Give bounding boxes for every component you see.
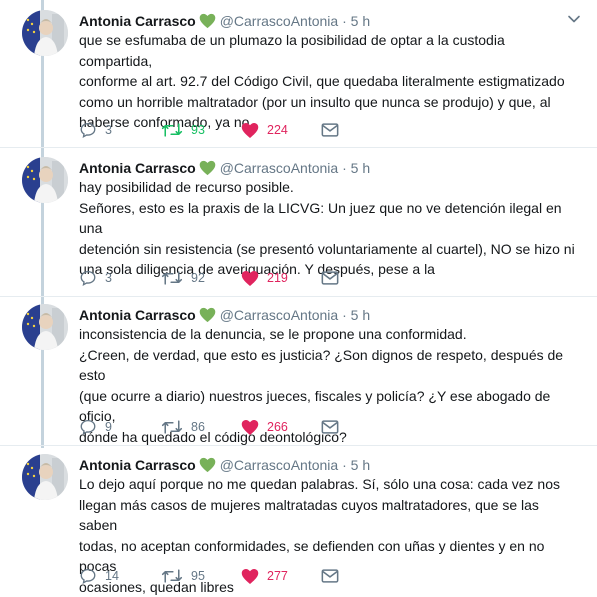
retweet-icon bbox=[161, 123, 183, 137]
separator-dot: · bbox=[342, 13, 347, 29]
retweet-button[interactable]: 86 bbox=[161, 417, 205, 437]
reply-icon bbox=[80, 419, 96, 436]
retweet-button[interactable]: 92 bbox=[161, 268, 205, 288]
retweet-count: 92 bbox=[191, 271, 205, 285]
tweet-text: hay posibilidad de recurso posible. Seño… bbox=[79, 179, 575, 277]
tweet-header: Antonia Carrasco @CarrascoAntonia · 5 h bbox=[79, 454, 370, 476]
timestamp[interactable]: 5 h bbox=[351, 457, 370, 473]
reply-button[interactable]: 3 bbox=[79, 268, 112, 288]
envelope-icon bbox=[321, 271, 339, 285]
tweet[interactable]: Antonia Carrasco @CarrascoAntonia · 5 h L… bbox=[0, 454, 597, 595]
author-handle[interactable]: @CarrascoAntonia bbox=[220, 160, 339, 176]
tweet-divider bbox=[0, 147, 597, 148]
like-count: 277 bbox=[267, 569, 288, 583]
retweet-button[interactable]: 95 bbox=[161, 566, 205, 586]
reply-count: 3 bbox=[105, 271, 112, 285]
avatar[interactable] bbox=[22, 10, 68, 56]
timestamp[interactable]: 5 h bbox=[351, 307, 370, 323]
reply-button[interactable]: 14 bbox=[79, 566, 119, 586]
tweet-header: Antonia Carrasco @CarrascoAntonia · 5 h bbox=[79, 10, 370, 32]
separator-dot: · bbox=[342, 160, 347, 176]
tweet-text: que se esfumaba de un plumazo la posibil… bbox=[79, 32, 565, 130]
retweet-icon bbox=[161, 569, 183, 583]
reply-icon bbox=[80, 568, 96, 585]
envelope-icon bbox=[321, 123, 339, 137]
tweet[interactable]: Antonia Carrasco @CarrascoAntonia · 5 h h… bbox=[0, 157, 597, 295]
heart-filled-icon bbox=[241, 270, 259, 286]
author-name[interactable]: Antonia Carrasco bbox=[79, 13, 196, 29]
retweet-count: 86 bbox=[191, 420, 205, 434]
reply-count: 3 bbox=[105, 123, 112, 137]
retweet-icon bbox=[161, 271, 183, 285]
tweet[interactable]: Antonia Carrasco @CarrascoAntonia · 5 h i… bbox=[0, 304, 597, 445]
direct-message-button[interactable] bbox=[321, 417, 339, 437]
retweet-icon bbox=[161, 420, 183, 434]
reply-count: 14 bbox=[105, 569, 119, 583]
avatar[interactable] bbox=[22, 157, 68, 203]
reply-icon bbox=[80, 270, 96, 287]
timestamp[interactable]: 5 h bbox=[351, 13, 370, 29]
retweet-count: 93 bbox=[191, 123, 205, 137]
author-handle[interactable]: @CarrascoAntonia bbox=[220, 457, 339, 473]
heart-filled-icon bbox=[241, 419, 259, 435]
tweet-header: Antonia Carrasco @CarrascoAntonia · 5 h bbox=[79, 157, 370, 179]
tweet[interactable]: Antonia Carrasco @CarrascoAntonia · 5 h q… bbox=[0, 10, 597, 145]
envelope-icon bbox=[321, 420, 339, 434]
direct-message-button[interactable] bbox=[321, 566, 339, 586]
avatar[interactable] bbox=[22, 454, 68, 500]
author-handle[interactable]: @CarrascoAntonia bbox=[220, 13, 339, 29]
tweet-divider bbox=[0, 445, 597, 446]
timestamp[interactable]: 5 h bbox=[351, 160, 370, 176]
retweet-button[interactable]: 93 bbox=[161, 120, 205, 140]
chevron-down-icon[interactable] bbox=[567, 12, 581, 26]
retweet-count: 95 bbox=[191, 569, 205, 583]
like-button[interactable]: 224 bbox=[241, 120, 288, 140]
like-button[interactable]: 266 bbox=[241, 417, 288, 437]
author-name[interactable]: Antonia Carrasco bbox=[79, 160, 196, 176]
direct-message-button[interactable] bbox=[321, 268, 339, 288]
author-name[interactable]: Antonia Carrasco bbox=[79, 307, 196, 323]
avatar[interactable] bbox=[22, 304, 68, 350]
like-count: 266 bbox=[267, 420, 288, 434]
separator-dot: · bbox=[342, 307, 347, 323]
like-count: 224 bbox=[267, 123, 288, 137]
author-handle[interactable]: @CarrascoAntonia bbox=[220, 307, 339, 323]
envelope-icon bbox=[321, 569, 339, 583]
reply-button[interactable]: 9 bbox=[79, 417, 112, 437]
heart-filled-icon bbox=[241, 568, 259, 584]
separator-dot: · bbox=[342, 457, 347, 473]
reply-count: 9 bbox=[105, 420, 112, 434]
reply-icon bbox=[80, 122, 96, 139]
heart-filled-icon bbox=[241, 122, 259, 138]
like-count: 219 bbox=[267, 271, 288, 285]
tweet-header: Antonia Carrasco @CarrascoAntonia · 5 h bbox=[79, 304, 370, 326]
reply-button[interactable]: 3 bbox=[79, 120, 112, 140]
author-name[interactable]: Antonia Carrasco bbox=[79, 457, 196, 473]
tweet-divider bbox=[0, 296, 597, 297]
like-button[interactable]: 219 bbox=[241, 268, 288, 288]
direct-message-button[interactable] bbox=[321, 120, 339, 140]
like-button[interactable]: 277 bbox=[241, 566, 288, 586]
